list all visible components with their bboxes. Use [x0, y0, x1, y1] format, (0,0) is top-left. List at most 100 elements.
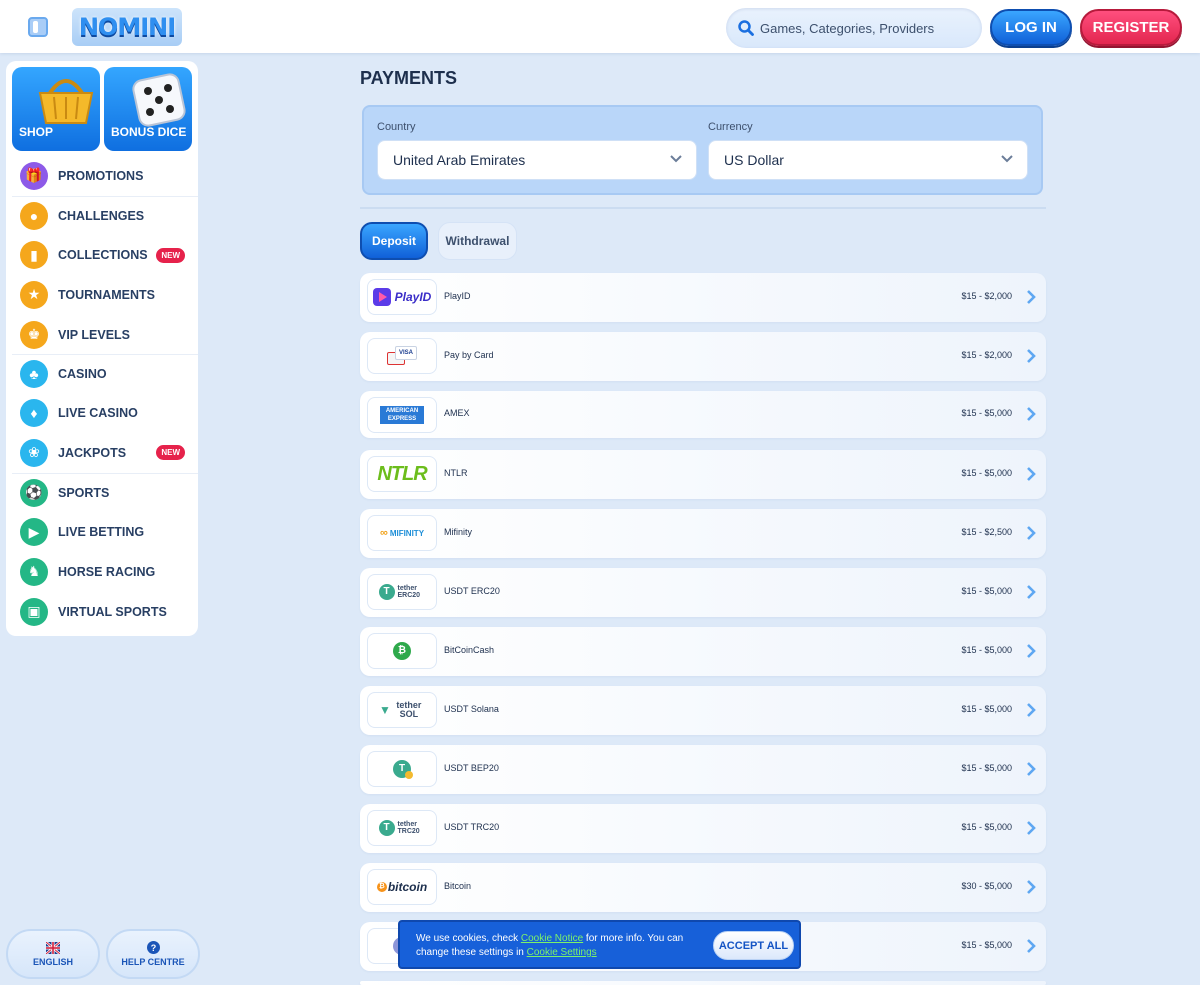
sidebar: SHOP BONUS DICE 🎁 PROMOTIONS ● CHALLENGE… — [6, 61, 198, 636]
payment-range: $15 - $5,000 — [961, 408, 1012, 418]
sidebar-item-label: PROMOTIONS — [58, 168, 144, 183]
payment-name: AMEX — [444, 408, 470, 418]
chevron-right-icon — [1027, 821, 1036, 835]
bonus-dice-tile[interactable]: BONUS DICE — [104, 67, 192, 151]
sidebar-item-live-casino[interactable]: ♦ LIVE CASINO — [6, 394, 198, 434]
visa-logo-text: VISA — [395, 346, 417, 360]
tether-logo-text: tether TRC20 — [397, 821, 420, 835]
payment-range: $15 - $5,000 — [961, 468, 1012, 478]
register-button[interactable]: REGISTER — [1080, 9, 1182, 46]
ntlr-logo: NTLR — [367, 456, 437, 492]
sidebar-item-label: LIVE BETTING — [58, 525, 145, 540]
sidebar-item-tournaments[interactable]: ★ TOURNAMENTS — [6, 275, 198, 315]
card-logo: VISA — [367, 338, 437, 374]
bitcoincash-logo: ₿ — [367, 633, 437, 669]
currency-label: Currency — [708, 121, 753, 133]
payment-name: USDT Solana — [444, 704, 499, 714]
menu-group-promotions: 🎁 PROMOTIONS — [6, 156, 198, 196]
playid-logo: PlayID — [367, 279, 437, 315]
sidebar-toggle-icon[interactable] — [28, 17, 48, 37]
payment-name: Mifinity — [444, 527, 473, 537]
tab-withdrawal[interactable]: Withdrawal — [438, 222, 517, 260]
tether-erc20-logo: T tether ERC20 — [367, 574, 437, 610]
infinity-icon: ∞ — [379, 527, 388, 539]
login-button[interactable]: LOG IN — [990, 9, 1072, 46]
horse-icon: ♞ — [20, 557, 48, 586]
sidebar-item-label: JACKPOTS — [58, 445, 127, 460]
trophy-icon: ★ — [20, 280, 48, 309]
chevron-right-icon — [1027, 526, 1036, 540]
chevron-right-icon — [1027, 467, 1036, 481]
payment-name: BitCoinCash — [444, 645, 495, 655]
search-input[interactable] — [760, 8, 970, 48]
sidebar-item-live-betting[interactable]: ▶ LIVE BETTING — [6, 513, 198, 553]
chevron-right-icon — [1027, 349, 1036, 363]
sidebar-item-vip-levels[interactable]: ♚ VIP LEVELS — [6, 315, 198, 355]
sidebar-item-label: VIRTUAL SPORTS — [58, 604, 167, 619]
payment-range: $15 - $5,000 — [961, 645, 1012, 655]
sidebar-item-challenges[interactable]: ● CHALLENGES — [6, 196, 198, 236]
sidebar-item-sports[interactable]: ⚽ SPORTS — [6, 473, 198, 513]
cherry-icon: ♣ — [20, 359, 48, 388]
cards-icon: ▮ — [20, 241, 48, 270]
sidebar-item-casino[interactable]: ♣ CASINO — [6, 354, 198, 394]
bitcoin-logo: ₿ bitcoin — [367, 869, 437, 905]
payment-row-playid[interactable]: PlayID PlayID $15 - $2,000 — [360, 273, 1046, 322]
divider — [360, 207, 1046, 209]
payment-row-ntlr[interactable]: NTLR NTLR $15 - $5,000 — [360, 450, 1046, 499]
payment-row-usdt-bep20[interactable]: T USDT BEP20 $15 - $5,000 — [360, 745, 1046, 794]
cookie-text: We use cookies, check Cookie Notice for … — [416, 932, 706, 960]
payment-range: $30 - $5,000 — [961, 881, 1012, 891]
new-badge: NEW — [156, 247, 185, 263]
sidebar-item-jackpots[interactable]: ❀ JACKPOTS NEW — [6, 433, 198, 473]
currency-select[interactable]: US Dollar — [708, 140, 1028, 180]
payment-row-amex[interactable]: AMERICAN EXPRESS AMEX $15 - $5,000 — [360, 391, 1046, 438]
logo-text: NOMINI — [78, 13, 176, 41]
payment-row-card[interactable]: VISA Pay by Card $15 - $2,000 — [360, 332, 1046, 381]
country-select[interactable]: United Arab Emirates — [377, 140, 697, 180]
cookie-banner: We use cookies, check Cookie Notice for … — [398, 920, 801, 969]
currency-value: US Dollar — [724, 152, 784, 168]
dice-icon — [132, 73, 186, 127]
bonus-dice-tile-label: BONUS DICE — [111, 125, 187, 139]
logo[interactable]: NOMINI — [72, 8, 182, 46]
language-button[interactable]: ENGLISH — [6, 929, 100, 979]
bitcoin-logo-text: bitcoin — [387, 880, 428, 894]
ntlr-logo-text: NTLR — [377, 462, 427, 485]
chevron-right-icon — [1027, 703, 1036, 717]
chevron-down-icon — [670, 155, 682, 163]
cookie-settings-link[interactable]: Cookie Settings — [527, 947, 597, 958]
payment-row-usdt-erc20[interactable]: T tether ERC20 USDT ERC20 $15 - $5,000 — [360, 568, 1046, 617]
tether-bep20-logo: T — [367, 751, 437, 787]
sidebar-item-horse-racing[interactable]: ♞ HORSE RACING — [6, 552, 198, 592]
chevron-down-icon — [1001, 155, 1013, 163]
accept-all-button[interactable]: ACCEPT ALL — [713, 931, 794, 960]
tether-icon: T — [393, 760, 413, 779]
chevron-right-icon — [1027, 939, 1036, 953]
card-icon: ♦ — [20, 399, 48, 428]
payment-row-mifinity[interactable]: ∞ MIFINITY Mifinity $15 - $2,500 — [360, 509, 1046, 558]
sidebar-item-promotions[interactable]: 🎁 PROMOTIONS — [6, 156, 198, 196]
help-label: HELP CENTRE — [121, 957, 185, 967]
country-value: United Arab Emirates — [393, 152, 526, 168]
sidebar-item-label: TOURNAMENTS — [58, 287, 155, 302]
sidebar-item-label: HORSE RACING — [58, 564, 156, 579]
chevron-right-icon — [1027, 407, 1036, 421]
payment-range: $15 - $5,000 — [961, 704, 1012, 714]
payment-range: $15 - $2,000 — [961, 291, 1012, 301]
cookie-notice-link[interactable]: Cookie Notice — [521, 933, 583, 944]
payment-row-bitcoincash[interactable]: ₿ BitCoinCash $15 - $5,000 — [360, 627, 1046, 676]
tab-deposit[interactable]: Deposit — [360, 222, 428, 260]
chevron-right-icon — [1027, 880, 1036, 894]
payment-row-bitcoin[interactable]: ₿ bitcoin Bitcoin $30 - $5,000 — [360, 863, 1046, 912]
help-centre-button[interactable]: ? HELP CENTRE — [106, 929, 200, 979]
payment-row-usdt-trc20[interactable]: T tether TRC20 USDT TRC20 $15 - $5,000 — [360, 804, 1046, 853]
header: NOMINI LOG IN REGISTER — [0, 0, 1200, 53]
menu-group-casino: ♣ CASINO ♦ LIVE CASINO ❀ JACKPOTS NEW — [6, 354, 198, 473]
search-bar[interactable] — [726, 8, 982, 48]
sidebar-item-collections[interactable]: ▮ COLLECTIONS NEW — [6, 236, 198, 276]
sidebar-item-virtual-sports[interactable]: ▣ VIRTUAL SPORTS — [6, 592, 198, 632]
shop-tile[interactable]: SHOP — [12, 67, 100, 151]
payment-row-usdt-solana[interactable]: ▼ tether SOL USDT Solana $15 - $5,000 — [360, 686, 1046, 735]
tether-sol-logo: ▼ tether SOL — [367, 692, 437, 728]
